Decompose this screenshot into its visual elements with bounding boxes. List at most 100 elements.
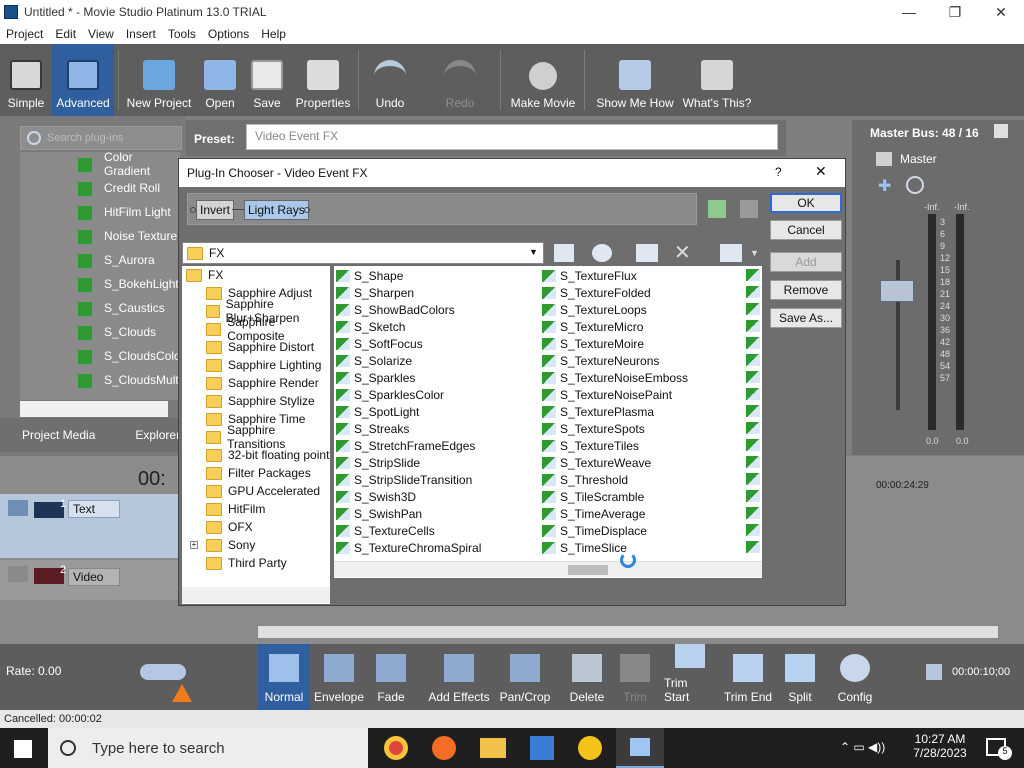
list-item[interactable]: S_Clouds [20,320,180,344]
list-item[interactable]: HitFilm Light [20,200,180,224]
list-item[interactable]: Credit Roll [20,176,180,200]
ok-button[interactable]: OK [770,193,842,213]
move-left-icon[interactable] [708,200,726,218]
notification-icon[interactable]: 5 [986,738,1012,760]
minimize-button[interactable]: — [886,0,932,24]
fx-plugin-icon[interactable] [746,388,760,400]
plugin-item[interactable]: S_Sharpen [336,284,414,301]
trim-start-button[interactable]: Trim Start [664,644,716,710]
plugin-item[interactable]: S_TextureTiles [542,437,639,454]
chain-item-light-rays[interactable]: Light Rays [244,200,309,220]
plugin-item[interactable]: S_TileScramble [542,488,644,505]
delete-button[interactable]: Delete [566,644,608,710]
add-button[interactable]: Add [770,252,842,272]
tree-node[interactable]: + Sony [182,536,330,554]
chrome-icon[interactable] [384,736,408,760]
menu-view[interactable]: View [82,27,120,41]
plugin-item[interactable]: S_TextureWeave [542,454,651,471]
split-button[interactable]: Split [782,644,818,710]
track-expand-icon[interactable] [8,500,28,516]
plugin-item[interactable]: S_TextureNoiseEmboss [542,369,688,386]
plugin-item[interactable]: S_TimeSlice [542,539,627,556]
plugin-item[interactable]: S_StripSlide [336,454,420,471]
plugin-item[interactable]: S_TimeAverage [542,505,645,522]
view-dropdown-icon[interactable]: ▼ [750,248,759,258]
dialog-help-button[interactable]: ? [775,165,782,179]
tree-node[interactable]: GPU Accelerated [182,482,330,500]
close-window-button[interactable]: ✕ [978,0,1024,24]
master-mute-icon[interactable] [876,152,892,166]
menu-options[interactable]: Options [202,27,255,41]
open-button[interactable]: Open [200,44,240,116]
tree-node[interactable]: Sapphire Transitions [182,423,330,451]
plugin-item[interactable]: S_TextureMoire [542,335,644,352]
clock[interactable]: 10:27 AM 7/28/2023 [912,732,968,760]
track-2-header[interactable]: 2 Video [0,560,182,600]
maximize-button[interactable]: ❐ [932,0,978,24]
plugin-item[interactable]: S_SpotLight [336,403,419,420]
tree-node[interactable]: Sapphire Distort [182,338,330,356]
fx-plugin-icon[interactable] [746,456,760,468]
app-icon[interactable] [578,736,602,760]
master-bus-menu-icon[interactable] [994,124,1008,138]
plugin-item[interactable]: S_Sketch [336,318,405,335]
fx-plugin-icon[interactable] [746,422,760,434]
firefox-icon[interactable] [432,736,456,760]
list-item[interactable]: Color Gradient [20,152,180,178]
fx-plugin-icon[interactable] [746,524,760,536]
file-explorer-icon[interactable] [480,738,506,758]
plugin-item[interactable]: S_TextureCells [336,522,435,539]
tray-icons[interactable]: ⌃ ▭ ◀)) [840,740,885,754]
track-1-header[interactable]: 1 Text [0,494,182,558]
tree-node[interactable]: Third Party [182,554,330,572]
plugin-list-scrollbar[interactable] [20,401,168,417]
plugin-item[interactable]: S_TextureNoisePaint [542,386,672,403]
tab-project-media[interactable]: Project Media [22,428,95,442]
show-me-how-button[interactable]: Show Me How [594,44,676,116]
scroll-thumb[interactable] [568,565,608,575]
config-button[interactable]: Config [834,644,876,710]
track-expand-icon[interactable] [8,566,28,582]
fx-plugin-icon[interactable] [746,303,760,315]
fx-plugin-icon[interactable] [746,541,760,553]
tree-node[interactable]: Sapphire Stylize [182,392,330,410]
view-mode-icon[interactable] [720,244,742,262]
plugin-item[interactable]: S_SparklesColor [336,386,444,403]
fx-plugin-icon[interactable] [746,507,760,519]
plugin-item[interactable]: S_SwishPan [336,505,422,522]
menu-project[interactable]: Project [0,27,49,41]
tree-node[interactable]: Filter Packages [182,464,330,482]
store-icon[interactable] [530,736,554,760]
list-item[interactable]: Noise Texture [20,224,180,248]
advanced-button[interactable]: Advanced [52,44,114,116]
plugin-item[interactable]: S_TextureSpots [542,420,645,437]
location-combo[interactable]: FX ▼ [182,242,544,264]
plugin-item[interactable]: S_Solarize [336,352,412,369]
plugin-item[interactable]: S_TextureFlux [542,267,637,284]
plugin-item[interactable]: S_TexturePlasma [542,403,654,420]
plugin-item[interactable]: S_Streaks [336,420,409,437]
plugin-item[interactable]: S_TextureFolded [542,284,651,301]
fx-plugin-icon[interactable] [746,354,760,366]
move-right-icon[interactable] [740,200,758,218]
timeline-scrollbar[interactable] [258,626,998,638]
simple-button[interactable]: Simple [4,44,48,116]
plugin-item[interactable]: S_TextureChromaSpiral [336,539,481,556]
fx-plus-icon[interactable]: ✚ [878,176,896,195]
fx-plugin-icon[interactable] [746,473,760,485]
pan-crop-button[interactable]: Pan/Crop [498,644,552,710]
expand-plus-icon[interactable]: + [190,541,198,549]
tree-node[interactable]: Sapphire Lighting [182,356,330,374]
list-item[interactable]: S_Aurora [20,248,180,272]
plugin-item[interactable]: S_ShowBadColors [336,301,455,318]
plugin-item[interactable]: S_TimeDisplace [542,522,647,539]
plugin-item[interactable]: S_Swish3D [336,488,416,505]
menu-help[interactable]: Help [255,27,292,41]
cancel-button[interactable]: Cancel [770,220,842,240]
dialog-close-button[interactable]: ✕ [815,163,827,180]
fx-plugin-icon[interactable] [746,371,760,383]
chain-item-invert[interactable]: Invert [196,200,235,220]
tree-node[interactable]: 32-bit floating point [182,446,330,464]
up-folder-icon[interactable] [554,244,574,262]
tab-explorer[interactable]: Explorer [135,428,180,442]
